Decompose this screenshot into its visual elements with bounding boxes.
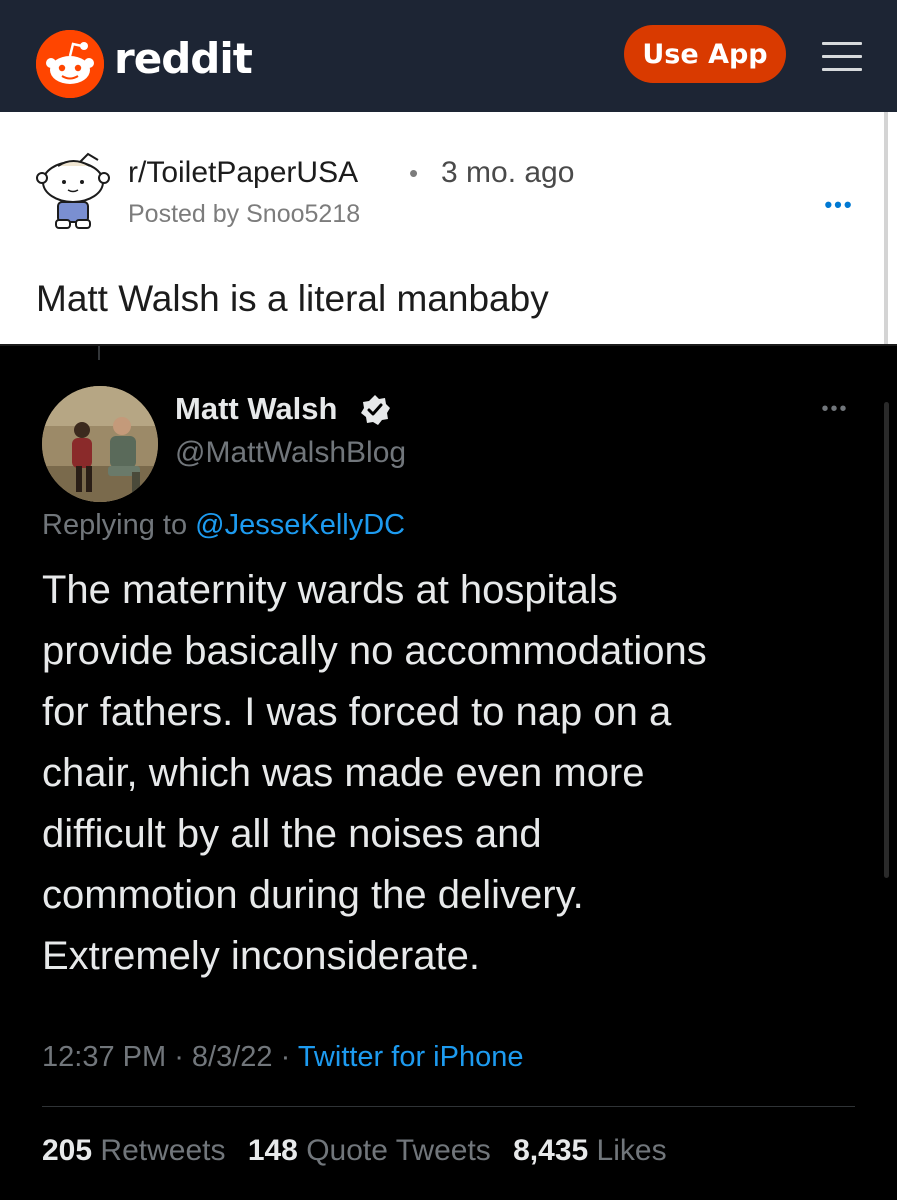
tweet-text-line: chair, which was made even more xyxy=(42,751,645,795)
retweets-count: 205 xyxy=(42,1134,93,1167)
hamburger-menu-icon[interactable] xyxy=(822,40,862,74)
tweet-source: Twitter for iPhone xyxy=(297,1041,524,1073)
tweet-text-line: for fathers. I was forced to nap on a xyxy=(42,690,672,734)
verified-badge-icon xyxy=(359,394,391,426)
tweet-text-line: commotion during the delivery. xyxy=(42,873,584,917)
likes-label: Likes xyxy=(596,1134,667,1167)
scrollbar[interactable] xyxy=(884,112,888,348)
post-timestamp: 3 mo. ago xyxy=(441,156,575,189)
tweet-text-line: provide basically no accommodations xyxy=(42,629,707,673)
tweet-text-line: Extremely inconsiderate. xyxy=(42,934,480,978)
snoo-avatar-icon[interactable] xyxy=(36,152,110,232)
quotes-label: Quote Tweets xyxy=(306,1134,491,1167)
replying-to: Replying to @JesseKellyDC xyxy=(42,506,405,544)
use-app-button[interactable]: Use App xyxy=(624,25,786,83)
top-nav-bar: reddit Use App xyxy=(0,0,897,112)
quotes-count: 148 xyxy=(247,1134,298,1167)
tweet-text: The maternity wards at hospitals provide… xyxy=(42,560,842,987)
meta-separator: · xyxy=(166,1041,192,1073)
tweet-text-line: difficult by all the noises and xyxy=(42,812,542,856)
meta-separator: • xyxy=(409,158,419,188)
posted-by-user[interactable]: Posted by Snoo5218 xyxy=(128,198,360,230)
tweet-stats: 205 Retweets 148 Quote Tweets 8,435 Like… xyxy=(42,1132,667,1170)
reddit-mobile-page: reddit Use App r/ToiletPaperUSA • 3 mo. … xyxy=(0,0,897,1200)
tweet-author-name: Matt Walsh xyxy=(175,391,338,426)
tweet-text-line: The maternity wards at hospitals xyxy=(42,568,618,612)
thread-line xyxy=(98,346,100,360)
subreddit-link[interactable]: r/ToiletPaperUSA xyxy=(128,154,358,192)
tweet-author-handle: @MattWalshBlog xyxy=(175,436,407,469)
more-options-icon[interactable]: ••• xyxy=(822,192,856,217)
replying-mention: @JesseKellyDC xyxy=(195,509,406,541)
reddit-wordmark[interactable]: reddit xyxy=(114,34,253,84)
replying-prefix: Replying to xyxy=(42,509,196,541)
retweets-label: Retweets xyxy=(100,1134,226,1167)
tweet-meta: 12:37 PM · 8/3/22 · Twitter for iPhone xyxy=(42,1038,523,1076)
tweet-screenshot-image[interactable]: Matt Walsh @MattWalshBlog ••• Replying t… xyxy=(0,344,897,1200)
tweet-date: 8/3/22 xyxy=(191,1041,273,1073)
tweet-time: 12:37 PM xyxy=(42,1041,167,1073)
post-title[interactable]: Matt Walsh is a literal manbaby xyxy=(36,276,549,322)
reddit-snoo-icon[interactable] xyxy=(36,30,104,98)
divider xyxy=(42,1106,855,1107)
scrollbar xyxy=(884,402,889,878)
likes-count: 8,435 xyxy=(513,1134,589,1167)
tweet-author-avatar xyxy=(42,386,158,502)
meta-separator: · xyxy=(272,1041,298,1073)
more-options-icon: ••• xyxy=(821,398,849,420)
